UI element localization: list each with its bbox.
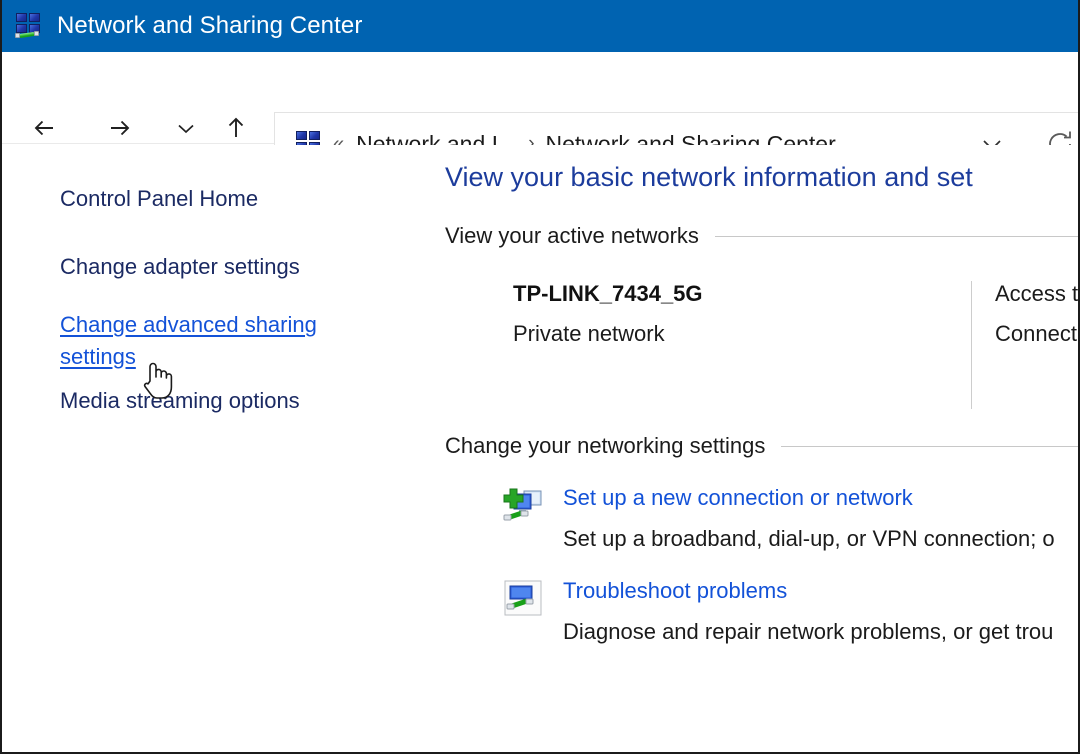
network-sharing-center-window: Network and Sharing Center xyxy=(0,0,1080,754)
network-icon xyxy=(14,12,44,40)
section-label: Change your networking settings xyxy=(445,433,765,459)
task-troubleshoot-problems: Troubleshoot problems Diagnose and repai… xyxy=(445,578,1080,645)
window-title: Network and Sharing Center xyxy=(57,12,362,40)
sidebar: Control Panel Home Change adapter settin… xyxy=(2,145,434,752)
up-arrow-icon[interactable] xyxy=(214,106,258,150)
link-set-up-new-connection[interactable]: Set up a new connection or network xyxy=(563,485,913,511)
network-identity: TP-LINK_7434_5G Private network xyxy=(513,281,703,347)
task-description: Set up a broadband, dial-up, or VPN conn… xyxy=(563,526,1080,552)
troubleshoot-icon xyxy=(497,578,549,645)
sidebar-item-change-advanced-sharing-settings[interactable]: Change advanced sharing settings xyxy=(60,309,350,373)
network-name: TP-LINK_7434_5G xyxy=(513,281,703,307)
section-divider xyxy=(781,446,1080,447)
link-troubleshoot-problems[interactable]: Troubleshoot problems xyxy=(563,578,787,604)
title-bar: Network and Sharing Center xyxy=(2,0,1080,52)
forward-arrow-icon[interactable] xyxy=(96,106,140,150)
section-label: View your active networks xyxy=(445,223,699,249)
active-network-row: TP-LINK_7434_5G Private network Access t… xyxy=(445,281,1080,411)
access-type-label: Access ty xyxy=(995,281,1080,307)
connections-label: Connectio xyxy=(995,321,1080,347)
main-content: View your basic network information and … xyxy=(434,145,1080,752)
sidebar-item-change-adapter-settings[interactable]: Change adapter settings xyxy=(60,253,434,281)
new-connection-icon xyxy=(497,485,549,552)
navigation-bar: « Network and I... › Network and Sharing… xyxy=(2,52,1080,144)
back-arrow-icon[interactable] xyxy=(24,106,68,150)
task-body: Troubleshoot problems Diagnose and repai… xyxy=(549,578,1080,645)
section-divider xyxy=(715,236,1080,237)
sidebar-item-control-panel-home[interactable]: Control Panel Home xyxy=(60,185,434,213)
chevron-down-icon[interactable] xyxy=(164,106,208,150)
network-column-divider xyxy=(971,281,972,409)
page-title: View your basic network information and … xyxy=(445,162,1080,193)
section-header-change-networking-settings: Change your networking settings xyxy=(445,433,1080,459)
section-header-active-networks: View your active networks xyxy=(445,223,1080,249)
sidebar-item-media-streaming-options[interactable]: Media streaming options xyxy=(60,387,434,415)
task-description: Diagnose and repair network problems, or… xyxy=(563,619,1080,645)
task-set-up-new-connection: Set up a new connection or network Set u… xyxy=(445,485,1080,552)
network-type: Private network xyxy=(513,321,703,347)
task-body: Set up a new connection or network Set u… xyxy=(549,485,1080,552)
network-details: Access ty Connectio xyxy=(995,281,1080,361)
